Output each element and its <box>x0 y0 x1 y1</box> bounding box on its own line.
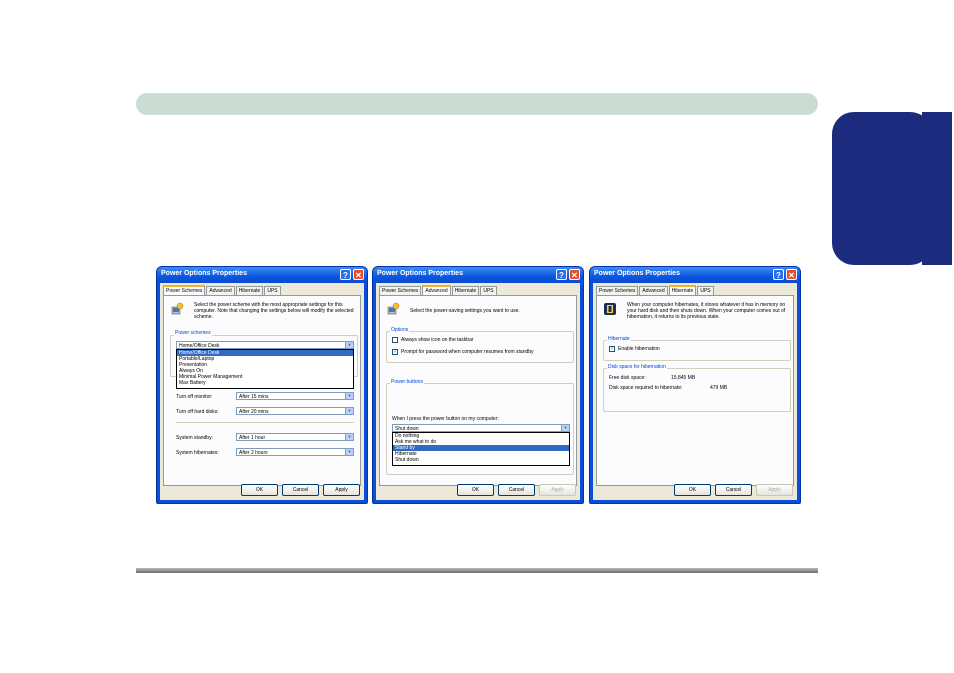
scheme-dropdown-list: Home/Office Desk Portable/Laptop Present… <box>176 349 354 389</box>
window-title: Power Options Properties <box>377 270 463 277</box>
cancel-button[interactable]: Cancel <box>282 484 319 496</box>
tab-page: When your computer hibernates, it stores… <box>596 295 794 486</box>
power-button-combo[interactable]: Shut down ▼ <box>392 424 570 432</box>
power-options-window-advanced: Power Options Properties ? ✕ Power Schem… <box>372 266 584 504</box>
apply-button: Apply <box>756 484 793 496</box>
cancel-button[interactable]: Cancel <box>498 484 535 496</box>
power-button-dropdown-list: Do nothing Ask me what to do Stand by Hi… <box>392 432 570 466</box>
hibernate-description: When your computer hibernates, it stores… <box>627 302 786 320</box>
tab-page: Select the power-saving settings you wan… <box>379 295 577 486</box>
title-bar: Power Options Properties ? ✕ <box>373 267 583 283</box>
title-bar: Power Options Properties ? ✕ <box>157 267 367 283</box>
advanced-description: Select the power-saving settings you wan… <box>410 308 520 314</box>
ok-button[interactable]: OK <box>674 484 711 496</box>
enable-hibernation-label: Enable hibernation <box>618 346 660 352</box>
power-settings-icon <box>387 302 400 315</box>
prompt-password-checkbox[interactable]: ✓ <box>392 349 398 355</box>
ok-button[interactable]: OK <box>457 484 494 496</box>
enable-hibernation-checkbox[interactable]: ✓ <box>609 346 615 352</box>
side-tab <box>832 112 952 265</box>
list-item[interactable]: Max Battery <box>177 380 353 386</box>
power-buttons-label: Power buttons <box>390 379 424 385</box>
power-options-window-schemes: Power Options Properties ? ✕ Power Schem… <box>156 266 368 504</box>
chevron-down-icon[interactable]: ▼ <box>345 434 353 440</box>
taskbar-icon-label: Always show icon on the taskbar <box>401 337 474 343</box>
standby-combo-value: After 1 hour <box>239 435 266 441</box>
free-disk-label: Free disk space: <box>609 375 646 381</box>
title-bar: Power Options Properties ? ✕ <box>590 267 800 283</box>
hibernates-combo-value: After 2 hours <box>239 450 268 456</box>
required-disk-label: Disk space required to hibernate: <box>609 385 683 391</box>
power-schemes-label: Power schemes <box>174 330 212 336</box>
chevron-down-icon[interactable]: ▼ <box>561 425 569 431</box>
hibernates-combo[interactable]: After 2 hours ▼ <box>236 448 354 456</box>
chevron-down-icon[interactable]: ▼ <box>345 342 353 348</box>
help-button[interactable]: ? <box>340 269 351 280</box>
options-label: Options <box>390 327 410 333</box>
tab-page: Select the power scheme with the most ap… <box>163 295 361 486</box>
chevron-down-icon[interactable]: ▼ <box>345 408 353 414</box>
button-row: OK Cancel Apply <box>457 484 576 496</box>
hibernate-icon <box>604 303 616 315</box>
hibernate-label: Hibernate <box>607 336 631 342</box>
cancel-button[interactable]: Cancel <box>715 484 752 496</box>
close-button[interactable]: ✕ <box>786 269 797 280</box>
monitor-combo[interactable]: After 15 mins ▼ <box>236 392 354 400</box>
divider <box>176 422 354 423</box>
list-item[interactable]: Shut down <box>393 457 569 463</box>
apply-button: Apply <box>539 484 576 496</box>
prompt-password-label: Prompt for password when computer resume… <box>401 349 534 355</box>
help-button[interactable]: ? <box>773 269 784 280</box>
standby-combo[interactable]: After 1 hour ▼ <box>236 433 354 441</box>
button-row: OK Cancel Apply <box>674 484 793 496</box>
dialog-client: Power Schemes Advanced Hibernate UPS Sel… <box>376 283 580 500</box>
monitor-label: Turn off monitor: <box>176 394 213 400</box>
monitor-combo-value: After 15 mins <box>239 394 269 400</box>
close-button[interactable]: ✕ <box>569 269 580 280</box>
chevron-down-icon[interactable]: ▼ <box>345 449 353 455</box>
hard-disk-combo[interactable]: After 20 mins ▼ <box>236 407 354 415</box>
window-title: Power Options Properties <box>161 270 247 277</box>
hibernates-label: System hibernates: <box>176 450 219 456</box>
required-disk-value: 479 MB <box>710 385 728 391</box>
dialog-client: Power Schemes Advanced Hibernate UPS Sel… <box>160 283 364 500</box>
help-button[interactable]: ? <box>556 269 567 280</box>
scheme-combo[interactable]: Home/Office Desk ▼ <box>176 341 354 349</box>
options-group <box>386 331 574 363</box>
power-options-window-hibernate: Power Options Properties ? ✕ Power Schem… <box>589 266 801 504</box>
dialog-client: Power Schemes Advanced Hibernate UPS Whe… <box>593 283 797 500</box>
power-button-prompt: When I press the power button on my comp… <box>392 416 499 422</box>
scheme-description: Select the power scheme with the most ap… <box>194 302 354 320</box>
chevron-down-icon[interactable]: ▼ <box>345 393 353 399</box>
hard-disk-combo-value: After 20 mins <box>239 409 269 415</box>
footer-rule <box>136 568 818 573</box>
apply-button[interactable]: Apply <box>323 484 360 496</box>
header-bar <box>136 93 818 115</box>
standby-label: System standby: <box>176 435 213 441</box>
ok-button[interactable]: OK <box>241 484 278 496</box>
free-disk-value: 15,845 MB <box>671 375 696 381</box>
disk-space-label: Disk space for hibernation <box>607 364 667 370</box>
close-button[interactable]: ✕ <box>353 269 364 280</box>
taskbar-icon-checkbox[interactable] <box>392 337 398 343</box>
button-row: OK Cancel Apply <box>241 484 360 496</box>
window-title: Power Options Properties <box>594 270 680 277</box>
power-scheme-icon <box>171 302 184 315</box>
hard-disk-label: Turn off hard disks: <box>176 409 219 415</box>
